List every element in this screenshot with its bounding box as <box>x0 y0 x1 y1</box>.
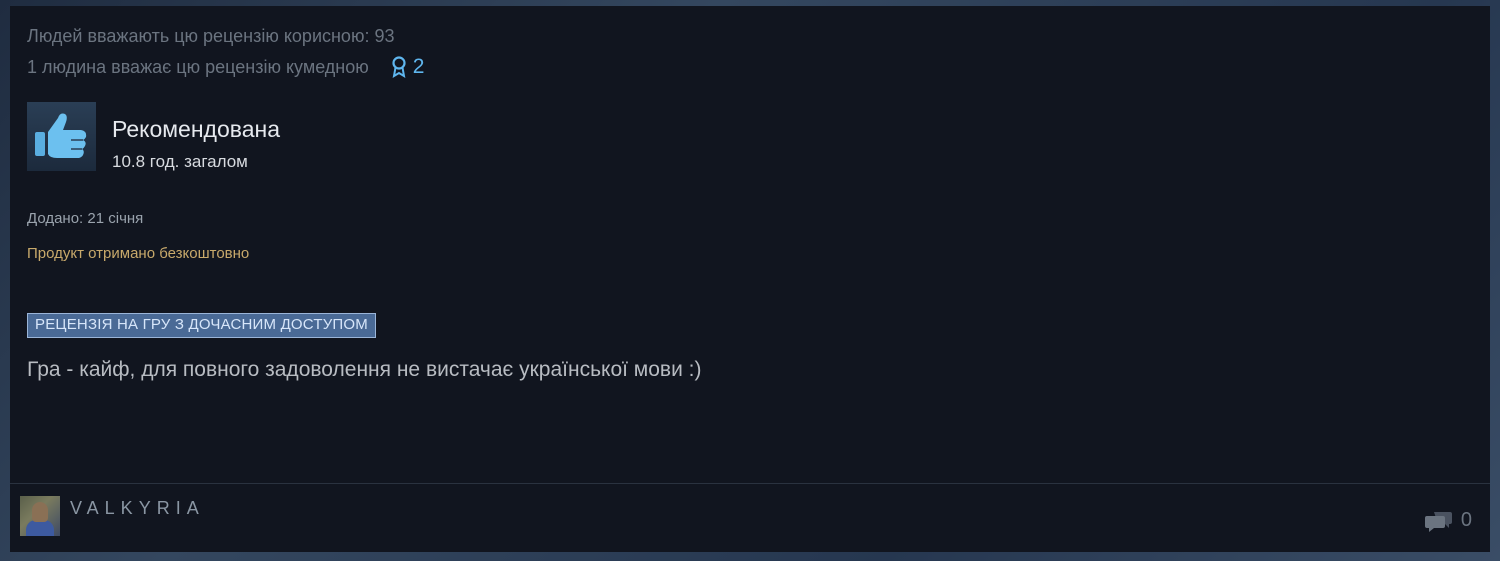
award-count: 2 <box>412 55 425 78</box>
early-access-badge: РЕЦЕНЗІЯ НА ГРУ З ДОЧАСНИМ ДОСТУПОМ <box>27 313 376 338</box>
review-body-text: Гра - кайф, для повного задоволення не в… <box>27 358 702 381</box>
author-username[interactable]: VALKYRIA <box>70 498 205 519</box>
review-card: Людей вважають цю рецензію корисною: 93 … <box>10 6 1490 552</box>
funny-count-text: 1 людина вважає цю рецензію кумедною <box>27 57 369 77</box>
funny-row: 1 людина вважає цю рецензію кумедною 2 <box>27 56 424 78</box>
posted-date: Додано: 21 січня <box>27 210 144 227</box>
footer-divider <box>10 483 1490 484</box>
avatar-face <box>32 502 48 522</box>
avatar[interactable] <box>20 496 60 536</box>
avatar-figure <box>26 520 54 536</box>
recommend-thumb[interactable] <box>27 102 96 171</box>
comment-count: 0 <box>1460 508 1472 531</box>
comments-button[interactable]: 0 <box>1424 508 1472 532</box>
award-button[interactable]: 2 <box>391 55 425 78</box>
award-ribbon-icon <box>392 56 406 78</box>
comment-bubbles-icon <box>1424 512 1452 532</box>
helpful-count-text: Людей вважають цю рецензію корисною: 93 <box>27 26 395 46</box>
playtime-hours: 10.8 год. загалом <box>112 152 248 171</box>
free-product-note: Продукт отримано безкоштовно <box>27 245 250 262</box>
verdict-title[interactable]: Рекомендована <box>112 116 280 143</box>
thumbs-up-icon <box>35 113 87 158</box>
